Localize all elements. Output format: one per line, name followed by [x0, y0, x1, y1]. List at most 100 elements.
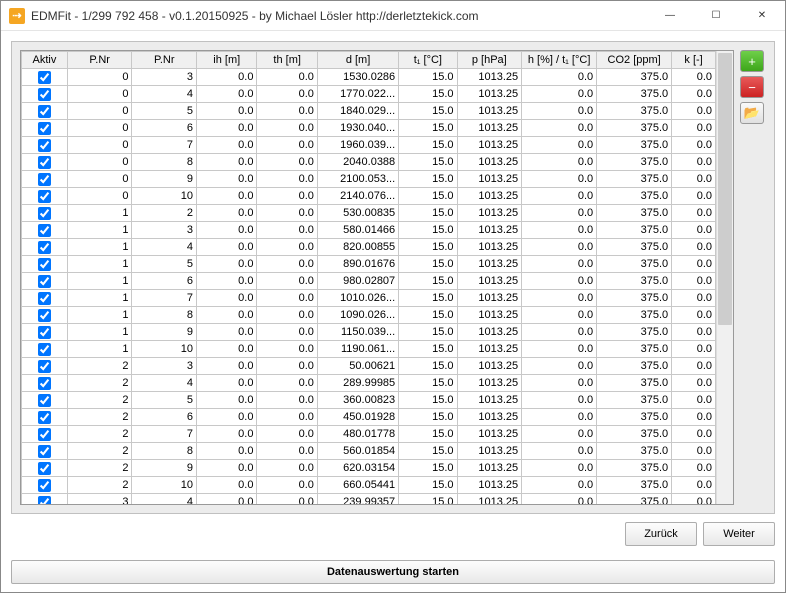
- cell-t[interactable]: 15.0: [399, 222, 457, 239]
- cell-d[interactable]: 660.05441: [317, 477, 398, 494]
- cell-t[interactable]: 15.0: [399, 460, 457, 477]
- active-checkbox[interactable]: [38, 258, 51, 271]
- col-header-1[interactable]: P.Nr: [67, 52, 132, 69]
- cell-ih[interactable]: 0.0: [197, 392, 257, 409]
- cell-p1[interactable]: 1: [67, 256, 132, 273]
- cell-th[interactable]: 0.0: [257, 239, 317, 256]
- active-checkbox[interactable]: [38, 105, 51, 118]
- cell-k[interactable]: 0.0: [672, 188, 716, 205]
- cell-t[interactable]: 15.0: [399, 477, 457, 494]
- cell-p2[interactable]: 9: [132, 171, 197, 188]
- vertical-scrollbar[interactable]: [716, 51, 733, 504]
- col-header-5[interactable]: d [m]: [317, 52, 398, 69]
- cell-h[interactable]: 0.0: [522, 188, 597, 205]
- cell-t[interactable]: 15.0: [399, 324, 457, 341]
- cell-h[interactable]: 0.0: [522, 171, 597, 188]
- cell-p[interactable]: 1013.25: [457, 256, 522, 273]
- cell-p2[interactable]: 4: [132, 375, 197, 392]
- col-header-2[interactable]: P.Nr: [132, 52, 197, 69]
- cell-t[interactable]: 15.0: [399, 154, 457, 171]
- cell-p2[interactable]: 9: [132, 460, 197, 477]
- cell-p1[interactable]: 0: [67, 120, 132, 137]
- cell-co2[interactable]: 375.0: [597, 409, 672, 426]
- table-row[interactable]: 1100.00.01190.061...15.01013.250.0375.00…: [22, 341, 716, 358]
- cell-k[interactable]: 0.0: [672, 477, 716, 494]
- cell-p2[interactable]: 7: [132, 137, 197, 154]
- cell-k[interactable]: 0.0: [672, 307, 716, 324]
- cell-h[interactable]: 0.0: [522, 358, 597, 375]
- close-button[interactable]: ✕: [739, 1, 785, 31]
- cell-t[interactable]: 15.0: [399, 375, 457, 392]
- cell-th[interactable]: 0.0: [257, 188, 317, 205]
- cell-co2[interactable]: 375.0: [597, 171, 672, 188]
- cell-ih[interactable]: 0.0: [197, 426, 257, 443]
- cell-t[interactable]: 15.0: [399, 358, 457, 375]
- cell-ih[interactable]: 0.0: [197, 307, 257, 324]
- cell-th[interactable]: 0.0: [257, 477, 317, 494]
- cell-h[interactable]: 0.0: [522, 477, 597, 494]
- cell-th[interactable]: 0.0: [257, 460, 317, 477]
- active-checkbox[interactable]: [38, 309, 51, 322]
- cell-p[interactable]: 1013.25: [457, 154, 522, 171]
- table-row[interactable]: 050.00.01840.029...15.01013.250.0375.00.…: [22, 103, 716, 120]
- cell-h[interactable]: 0.0: [522, 426, 597, 443]
- cell-h[interactable]: 0.0: [522, 375, 597, 392]
- cell-p1[interactable]: 2: [67, 392, 132, 409]
- cell-t[interactable]: 15.0: [399, 341, 457, 358]
- cell-p1[interactable]: 0: [67, 69, 132, 86]
- cell-p1[interactable]: 0: [67, 154, 132, 171]
- cell-p[interactable]: 1013.25: [457, 324, 522, 341]
- cell-co2[interactable]: 375.0: [597, 69, 672, 86]
- cell-ih[interactable]: 0.0: [197, 273, 257, 290]
- cell-p1[interactable]: 1: [67, 307, 132, 324]
- cell-d[interactable]: 2140.076...: [317, 188, 398, 205]
- cell-p1[interactable]: 1: [67, 341, 132, 358]
- cell-d[interactable]: 580.01466: [317, 222, 398, 239]
- cell-p1[interactable]: 1: [67, 324, 132, 341]
- next-button[interactable]: Weiter: [703, 522, 775, 546]
- cell-p[interactable]: 1013.25: [457, 69, 522, 86]
- cell-co2[interactable]: 375.0: [597, 307, 672, 324]
- cell-k[interactable]: 0.0: [672, 69, 716, 86]
- cell-p2[interactable]: 7: [132, 290, 197, 307]
- cell-p1[interactable]: 1: [67, 290, 132, 307]
- table-row[interactable]: 2100.00.0660.0544115.01013.250.0375.00.0: [22, 477, 716, 494]
- cell-p2[interactable]: 9: [132, 324, 197, 341]
- cell-ih[interactable]: 0.0: [197, 120, 257, 137]
- cell-ih[interactable]: 0.0: [197, 443, 257, 460]
- active-checkbox[interactable]: [38, 71, 51, 84]
- cell-d[interactable]: 50.00621: [317, 358, 398, 375]
- cell-t[interactable]: 15.0: [399, 392, 457, 409]
- cell-t[interactable]: 15.0: [399, 205, 457, 222]
- table-row[interactable]: 240.00.0289.9998515.01013.250.0375.00.0: [22, 375, 716, 392]
- cell-k[interactable]: 0.0: [672, 154, 716, 171]
- cell-p[interactable]: 1013.25: [457, 86, 522, 103]
- cell-t[interactable]: 15.0: [399, 137, 457, 154]
- delete-row-button[interactable]: −: [740, 76, 764, 98]
- cell-th[interactable]: 0.0: [257, 409, 317, 426]
- table-row[interactable]: 230.00.050.0062115.01013.250.0375.00.0: [22, 358, 716, 375]
- cell-th[interactable]: 0.0: [257, 137, 317, 154]
- cell-p1[interactable]: 3: [67, 494, 132, 505]
- cell-co2[interactable]: 375.0: [597, 477, 672, 494]
- cell-k[interactable]: 0.0: [672, 324, 716, 341]
- minimize-button[interactable]: —: [647, 1, 693, 31]
- cell-p2[interactable]: 6: [132, 409, 197, 426]
- table-row[interactable]: 260.00.0450.0192815.01013.250.0375.00.0: [22, 409, 716, 426]
- cell-ih[interactable]: 0.0: [197, 324, 257, 341]
- cell-t[interactable]: 15.0: [399, 494, 457, 505]
- cell-k[interactable]: 0.0: [672, 426, 716, 443]
- cell-p[interactable]: 1013.25: [457, 409, 522, 426]
- table-row[interactable]: 150.00.0890.0167615.01013.250.0375.00.0: [22, 256, 716, 273]
- cell-th[interactable]: 0.0: [257, 256, 317, 273]
- cell-p[interactable]: 1013.25: [457, 307, 522, 324]
- cell-h[interactable]: 0.0: [522, 460, 597, 477]
- cell-p2[interactable]: 6: [132, 120, 197, 137]
- cell-p[interactable]: 1013.25: [457, 120, 522, 137]
- cell-co2[interactable]: 375.0: [597, 86, 672, 103]
- cell-t[interactable]: 15.0: [399, 86, 457, 103]
- cell-k[interactable]: 0.0: [672, 86, 716, 103]
- active-checkbox[interactable]: [38, 377, 51, 390]
- cell-ih[interactable]: 0.0: [197, 103, 257, 120]
- active-checkbox[interactable]: [38, 360, 51, 373]
